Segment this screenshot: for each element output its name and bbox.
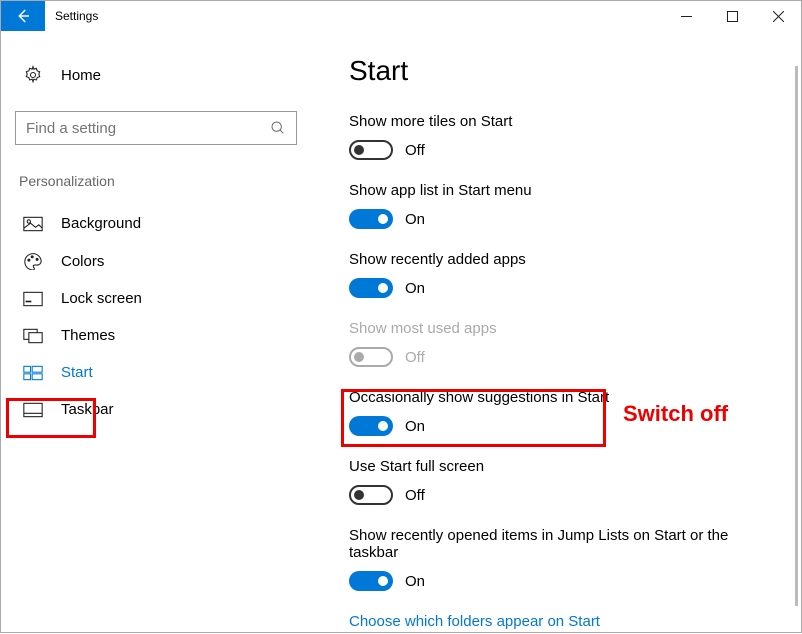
sidebar-item-start[interactable]: Start xyxy=(15,354,323,391)
setting-label: Occasionally show suggestions in Start xyxy=(349,389,801,406)
toggle-switch[interactable] xyxy=(349,571,393,591)
toggle-state: On xyxy=(405,280,425,297)
close-icon xyxy=(773,11,784,22)
gear-icon xyxy=(23,65,43,85)
sidebar-item-lock-screen[interactable]: Lock screen xyxy=(15,280,323,317)
start-icon xyxy=(23,365,43,381)
setting-label: Use Start full screen xyxy=(349,458,801,475)
setting-show-more-tiles: Show more tiles on Start Off xyxy=(349,113,801,160)
toggle-switch[interactable] xyxy=(349,278,393,298)
toggle-switch[interactable] xyxy=(349,416,393,436)
sidebar-item-label: Colors xyxy=(61,253,104,270)
sidebar: Home Personalization Background Colors xyxy=(1,31,323,634)
search-icon xyxy=(270,120,286,136)
back-button[interactable] xyxy=(1,1,45,31)
sidebar-item-label: Start xyxy=(61,364,93,381)
sidebar-item-colors[interactable]: Colors xyxy=(15,242,323,280)
toggle-state: On xyxy=(405,211,425,228)
setting-most-used: Show most used apps Off xyxy=(349,320,801,367)
toggle-state: Off xyxy=(405,349,425,366)
titlebar: Settings xyxy=(1,1,801,31)
toggle-switch[interactable] xyxy=(349,485,393,505)
taskbar-icon xyxy=(23,402,43,418)
setting-label: Show app list in Start menu xyxy=(349,182,801,199)
toggle-state: On xyxy=(405,418,425,435)
search-input[interactable] xyxy=(15,111,297,145)
sidebar-item-taskbar[interactable]: Taskbar xyxy=(15,391,323,428)
page-title: Start xyxy=(349,55,801,87)
sidebar-item-background[interactable]: Background xyxy=(15,205,323,242)
maximize-button[interactable] xyxy=(709,1,755,31)
sidebar-item-label: Background xyxy=(61,215,141,232)
search-field[interactable] xyxy=(26,120,270,137)
setting-suggestions: Occasionally show suggestions in Start O… xyxy=(349,389,801,436)
toggle-state: Off xyxy=(405,487,425,504)
themes-icon xyxy=(23,328,43,344)
setting-label: Show more tiles on Start xyxy=(349,113,801,130)
sidebar-item-label: Lock screen xyxy=(61,290,142,307)
annotation-switch-off: Switch off xyxy=(623,401,728,427)
toggle-state: On xyxy=(405,573,425,590)
toggle-state: Off xyxy=(405,142,425,159)
sidebar-item-label: Taskbar xyxy=(61,401,114,418)
toggle-switch[interactable] xyxy=(349,209,393,229)
app-title: Settings xyxy=(45,1,108,31)
sidebar-item-themes[interactable]: Themes xyxy=(15,317,323,354)
sidebar-home-label: Home xyxy=(61,67,101,84)
arrow-left-icon xyxy=(14,7,32,25)
toggle-switch xyxy=(349,347,393,367)
setting-recently-added: Show recently added apps On xyxy=(349,251,801,298)
minimize-icon xyxy=(681,11,692,22)
scrollbar[interactable] xyxy=(795,66,798,606)
setting-label: Show recently opened items in Jump Lists… xyxy=(349,527,749,561)
sidebar-home[interactable]: Home xyxy=(15,59,323,91)
setting-full-screen: Use Start full screen Off xyxy=(349,458,801,505)
setting-label: Show most used apps xyxy=(349,320,801,337)
maximize-icon xyxy=(727,11,738,22)
minimize-button[interactable] xyxy=(663,1,709,31)
toggle-switch[interactable] xyxy=(349,140,393,160)
setting-show-app-list: Show app list in Start menu On xyxy=(349,182,801,229)
choose-folders-link[interactable]: Choose which folders appear on Start xyxy=(349,613,801,630)
setting-jump-lists: Show recently opened items in Jump Lists… xyxy=(349,527,801,591)
close-button[interactable] xyxy=(755,1,801,31)
sidebar-item-label: Themes xyxy=(61,327,115,344)
setting-label: Show recently added apps xyxy=(349,251,801,268)
palette-icon xyxy=(23,252,43,270)
lock-screen-icon xyxy=(23,291,43,307)
main-panel: Start Show more tiles on Start Off Show … xyxy=(323,31,801,634)
sidebar-section-title: Personalization xyxy=(19,173,323,189)
picture-icon xyxy=(23,216,43,232)
